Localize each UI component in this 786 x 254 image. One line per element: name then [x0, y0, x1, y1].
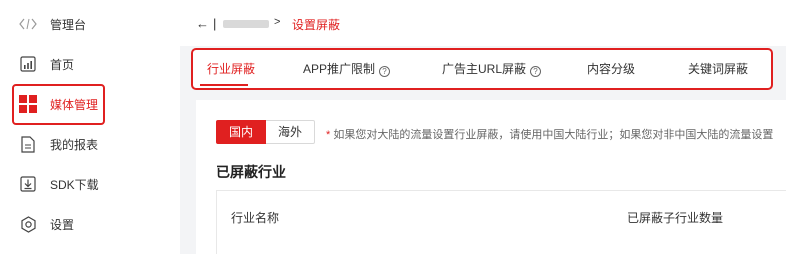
help-icon[interactable]: ?: [379, 66, 391, 77]
sidebar-item-reports[interactable]: 我的报表: [0, 124, 180, 164]
section-title: 已屏蔽行业: [216, 164, 286, 180]
highlight-box: [12, 84, 105, 125]
region-switch: 国内 海外: [216, 120, 316, 144]
tab-label: 关键词屏蔽: [688, 62, 749, 76]
content-panel: 国内 海外 * 如果您对大陆的流量设置行业屏蔽，请使用中国大陆行业；如果您对非中…: [196, 100, 786, 254]
sidebar-item-settings[interactable]: 设置: [0, 204, 180, 244]
sidebar-item-home[interactable]: 首页: [0, 44, 180, 84]
chart-icon: [18, 54, 38, 74]
breadcrumb-current: 设置屏蔽: [292, 18, 341, 32]
tab-bar: 行业屏蔽 APP推广限制? 广告主URL屏蔽? 内容分级 关键词屏蔽: [191, 48, 773, 90]
tab-content-rating[interactable]: 内容分级: [587, 50, 635, 88]
main-area: ← | > 设置屏蔽 行业屏蔽 APP推广限制? 广告主URL屏蔽? 内容分级 …: [180, 0, 786, 254]
tab-keyword-block[interactable]: 关键词屏蔽: [688, 50, 748, 88]
back-arrow-icon[interactable]: ←: [196, 16, 209, 31]
tab-advertiser-url-block[interactable]: 广告主URL屏蔽?: [442, 50, 542, 88]
blocked-industry-table: 行业名称 已屏蔽子行业数量: [216, 190, 786, 254]
sidebar-item-label: 设置: [50, 217, 75, 232]
tab-label: 行业屏蔽: [207, 62, 256, 76]
sidebar-item-label: 首页: [50, 57, 75, 72]
breadcrumb-redacted-item[interactable]: [223, 20, 269, 28]
notice-star: *: [326, 129, 331, 141]
region-domestic-button[interactable]: 国内: [216, 120, 267, 144]
help-icon[interactable]: ?: [530, 66, 542, 77]
document-icon: [18, 134, 38, 154]
sidebar-item-sdk-download[interactable]: SDK下载: [0, 164, 180, 204]
column-header-industry-name: 行业名称: [231, 211, 280, 225]
breadcrumb: ← | > 设置屏蔽: [180, 0, 786, 46]
region-overseas-button[interactable]: 海外: [266, 120, 316, 144]
breadcrumb-separator: |: [213, 16, 217, 31]
sidebar: 管理台 首页 媒体管理 我的报表 SDK下载 设置: [0, 0, 180, 254]
sidebar-item-label: 我的报表: [50, 137, 99, 152]
tab-label: 内容分级: [587, 62, 636, 76]
notice-body: 如果您对大陆的流量设置行业屏蔽，请使用中国大陆行业；如果您对非中国大陆的流量设置: [333, 129, 774, 141]
download-icon: [18, 174, 38, 194]
tab-app-promotion-limit[interactable]: APP推广限制?: [303, 50, 391, 88]
tab-label: 广告主URL屏蔽: [442, 62, 527, 76]
chevron-right-icon: >: [274, 16, 281, 28]
sidebar-item-label: SDK下载: [50, 177, 99, 192]
notice-text: * 如果您对大陆的流量设置行业屏蔽，请使用中国大陆行业；如果您对非中国大陆的流量…: [326, 126, 773, 142]
column-header-blocked-count: 已屏蔽子行业数量: [627, 211, 724, 225]
tab-industry-block[interactable]: 行业屏蔽: [207, 50, 255, 88]
sidebar-item-console[interactable]: 管理台: [0, 4, 180, 44]
active-tab-indicator: [200, 84, 248, 86]
settings-icon: [18, 214, 38, 234]
sidebar-item-label: 管理台: [50, 17, 87, 32]
code-icon: [18, 14, 38, 34]
tab-label: APP推广限制: [303, 62, 376, 76]
